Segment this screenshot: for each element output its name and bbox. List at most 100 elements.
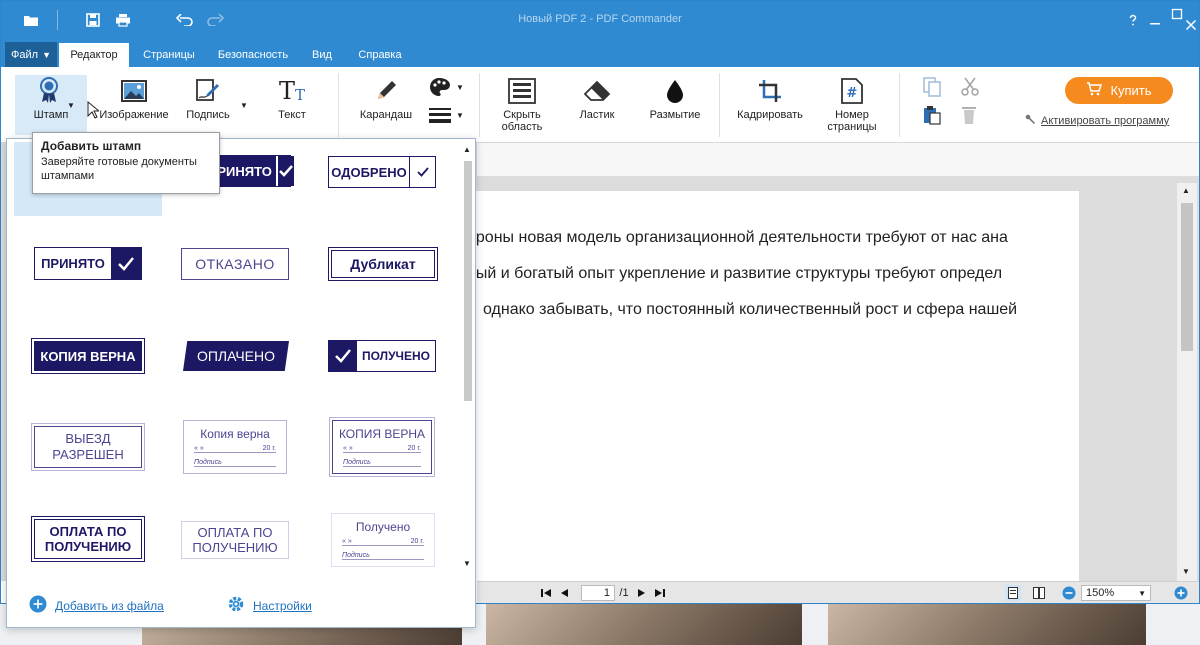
stamp-accepted[interactable]: ПРИНЯТО: [34, 247, 142, 280]
page-number-button[interactable]: # Номер страницы: [823, 75, 881, 135]
vertical-scrollbar[interactable]: ▲ ▼: [1177, 183, 1197, 581]
text-label: Текст: [278, 109, 306, 121]
stamp-text: ВЫЕЗД: [65, 431, 111, 446]
document-text-line: ороны новая модель организационной деяте…: [467, 229, 1008, 246]
blur-button[interactable]: Размытие: [647, 75, 703, 135]
single-page-view-icon[interactable]: [1005, 585, 1021, 601]
signature-icon: [192, 75, 224, 107]
eraser-label: Ластик: [579, 109, 615, 121]
help-icon[interactable]: [1123, 10, 1143, 30]
stamp-exit-allowed[interactable]: ВЫЕЗД РАЗРЕШЕН: [31, 423, 145, 471]
add-from-file-link[interactable]: Добавить из файла: [29, 595, 164, 616]
line-width-dropdown-arrow-icon[interactable]: ▼: [456, 111, 464, 120]
background-photo: [486, 598, 802, 645]
line-width-icon[interactable]: [429, 107, 451, 126]
menu-bar: Файл ▼ Редактор Страницы Безопасность Ви…: [1, 39, 1199, 67]
checkmark-icon: [409, 157, 435, 187]
scroll-down-icon[interactable]: ▼: [463, 559, 471, 568]
droplet-icon: [659, 75, 691, 107]
tooltip-text: Заверяйте готовые документы штампами: [41, 156, 197, 182]
pencil-icon: [370, 75, 402, 107]
scroll-down-icon[interactable]: ▼: [1182, 567, 1190, 576]
stamp-text: РАЗРЕШЕН: [52, 447, 124, 462]
stamp-text: ПОЛУЧЕНИЮ: [192, 540, 278, 555]
copy-icon[interactable]: [923, 77, 941, 100]
stamp-pay-on-receipt-thin[interactable]: ОПЛАТА ПО ПОЛУЧЕНИЮ: [181, 521, 289, 559]
tab-view[interactable]: Вид: [303, 43, 341, 67]
scrollbar-thumb[interactable]: [464, 161, 472, 401]
activate-label: Активировать программу: [1041, 114, 1170, 127]
delete-icon[interactable]: [961, 105, 977, 128]
crop-button[interactable]: Кадрировать: [735, 75, 805, 135]
date-line: « » 20 г.: [194, 445, 276, 453]
document-text-line: ный и богатый опыт укрепление и развитие…: [467, 265, 1003, 282]
date-line: « » 20 г.: [342, 538, 424, 546]
stamp-form-received[interactable]: Получено « » 20 г. Подпись: [331, 513, 435, 567]
stamp-copy-true[interactable]: КОПИЯ ВЕРНА: [31, 338, 145, 374]
hide-area-label-2: область: [501, 121, 543, 133]
color-dropdown-arrow-icon[interactable]: ▼: [456, 83, 464, 92]
stamp-text: ОДОБРЕНО: [331, 164, 407, 180]
zoom-out-icon[interactable]: [1061, 585, 1077, 601]
image-button[interactable]: Изображение: [99, 75, 169, 135]
stamp-pay-on-receipt[interactable]: ОПЛАТА ПО ПОЛУЧЕНИЮ: [31, 516, 145, 562]
stamp-text: Получено: [355, 520, 411, 534]
page-number-input[interactable]: 1: [581, 585, 615, 601]
status-bar: 1 /1 150% ▼: [477, 581, 1199, 603]
stamp-text: ОПЛАТА ПО: [197, 525, 273, 540]
tab-help[interactable]: Справка: [349, 43, 411, 67]
previous-page-icon[interactable]: [557, 585, 571, 601]
text-icon: TT: [278, 77, 306, 105]
pencil-button[interactable]: Карандаш: [357, 75, 415, 135]
tab-security[interactable]: Безопасность: [209, 43, 297, 67]
checkmark-icon: [111, 248, 141, 279]
tab-strip: [477, 143, 1199, 177]
last-page-icon[interactable]: [653, 585, 667, 601]
file-menu-button[interactable]: Файл ▼: [5, 42, 57, 67]
stamp-approved[interactable]: ОДОБРЕНО: [328, 156, 436, 188]
paste-icon[interactable]: [923, 105, 941, 128]
crop-label: Кадрировать: [737, 109, 803, 121]
first-page-icon[interactable]: [539, 585, 553, 601]
two-page-view-icon[interactable]: [1031, 585, 1047, 601]
stamp-form-copy-lower[interactable]: Копия верна « » 20 г. Подпись: [183, 420, 287, 474]
eraser-button[interactable]: Ластик: [573, 75, 621, 135]
hide-area-button[interactable]: Скрыть область: [495, 75, 549, 135]
ribbon-separator: [899, 73, 900, 137]
zoom-in-icon[interactable]: [1173, 585, 1189, 601]
zoom-select[interactable]: 150% ▼: [1081, 585, 1151, 601]
signature-button[interactable]: Подпись: [183, 75, 233, 135]
stamp-rejected[interactable]: ОТКАЗАНО: [181, 248, 289, 280]
settings-link[interactable]: Настройки: [227, 595, 312, 616]
scrollbar-thumb[interactable]: [1181, 203, 1193, 351]
stamp-icon: [35, 75, 67, 107]
add-from-file-label: Добавить из файла: [55, 598, 164, 613]
scroll-up-icon[interactable]: ▲: [1182, 186, 1190, 195]
signature-label: Подпись: [186, 109, 230, 121]
checkmark-icon: [275, 156, 294, 186]
stamp-received[interactable]: ПОЛУЧЕНО: [328, 340, 436, 372]
tab-pages[interactable]: Страницы: [135, 43, 203, 67]
color-palette-icon[interactable]: [429, 77, 451, 100]
stamp-form-copy-upper[interactable]: КОПИЯ ВЕРНА « » 20 г. Подпись: [329, 417, 435, 477]
minimize-icon[interactable]: [1145, 10, 1165, 30]
text-button[interactable]: TT Текст: [269, 75, 315, 135]
next-page-icon[interactable]: [635, 585, 649, 601]
stamp-paid[interactable]: ОПЛАЧЕНО: [183, 341, 289, 371]
popup-scrollbar[interactable]: ▲ ▼: [461, 143, 475, 573]
stamp-button[interactable]: Штамп: [15, 75, 87, 135]
scroll-up-icon[interactable]: ▲: [463, 145, 471, 154]
scissors-icon[interactable]: [961, 77, 979, 100]
close-icon[interactable]: [1181, 15, 1200, 35]
pencil-label: Карандаш: [359, 109, 413, 121]
stamp-dropdown-arrow-icon[interactable]: ▼: [67, 101, 75, 110]
page-number-label-2: страницы: [827, 121, 877, 133]
tab-editor[interactable]: Редактор: [59, 43, 129, 67]
stamp-duplicate[interactable]: Дубликат: [328, 247, 438, 281]
signature-dropdown-arrow-icon[interactable]: ▼: [240, 101, 248, 110]
zoom-value: 150%: [1086, 587, 1115, 599]
buy-button[interactable]: Купить: [1065, 77, 1173, 104]
svg-text:#: #: [847, 86, 858, 101]
activate-program-link[interactable]: Активировать программу: [1025, 114, 1169, 127]
settings-label: Настройки: [253, 598, 312, 613]
